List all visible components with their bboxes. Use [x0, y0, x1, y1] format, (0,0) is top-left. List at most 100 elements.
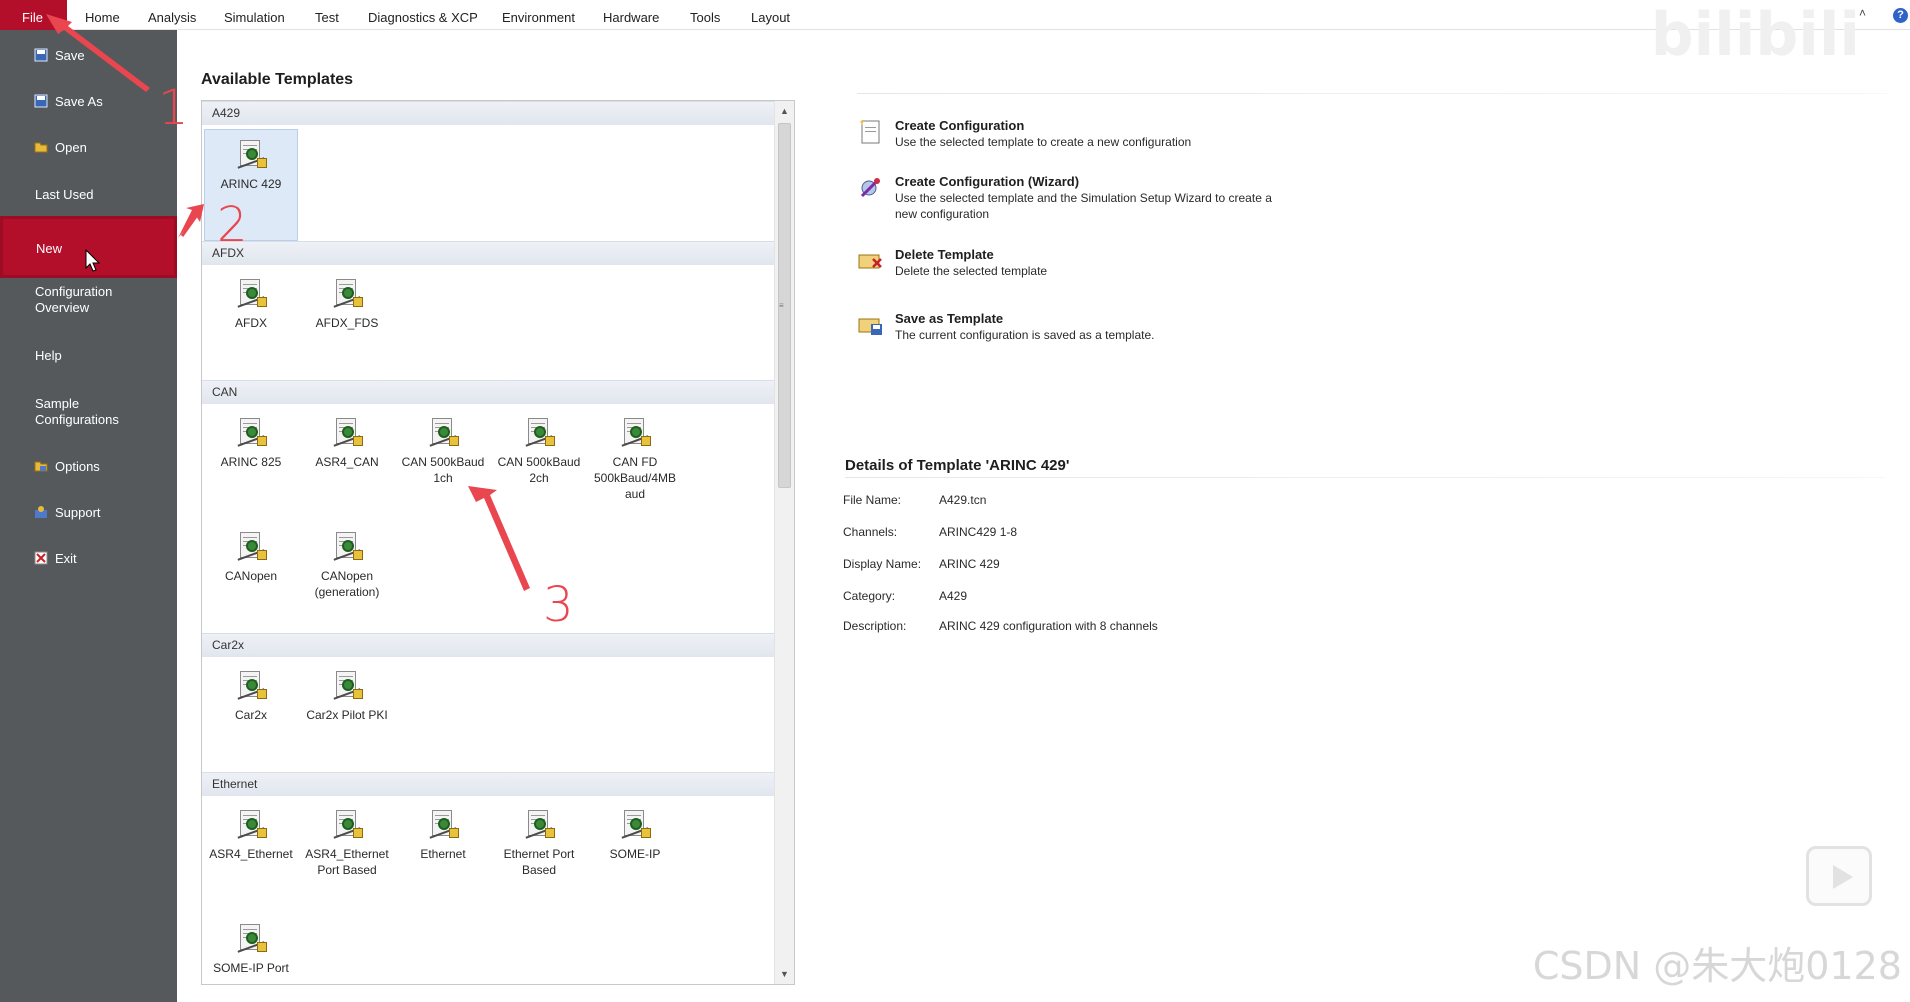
save-icon: [34, 48, 48, 62]
template-icon: [235, 922, 267, 954]
template-item-asr4-ethernet[interactable]: ASR4_Ethernet: [204, 800, 298, 862]
create-configuration-action[interactable]: Create Configuration Use the selected te…: [857, 118, 1357, 154]
scroll-up-icon[interactable]: ▲: [775, 101, 794, 121]
template-item-ethernet[interactable]: Ethernet: [396, 800, 490, 862]
annotation-number-3: 3: [543, 577, 574, 633]
save-template-icon: [858, 318, 882, 335]
template-item-afdx[interactable]: AFDX: [204, 269, 298, 331]
delete-template-action[interactable]: Delete Template Delete the selected temp…: [857, 247, 1357, 283]
template-item-afdx-fds[interactable]: AFDX_FDS: [300, 269, 394, 331]
template-icon: [523, 808, 555, 840]
template-item-asr4-can[interactable]: ASR4_CAN: [300, 408, 394, 470]
create-configuration-wizard-action[interactable]: Create Configuration (Wizard) Use the se…: [857, 174, 1357, 226]
template-icon: [235, 416, 267, 448]
template-list-scrollbar[interactable]: ▲ ≡ ▼: [774, 101, 794, 984]
action-description: Use the selected template and the Simula…: [895, 191, 1272, 221]
template-icon: [331, 530, 363, 562]
template-icon: [427, 808, 459, 840]
template-icon: [523, 416, 555, 448]
backstage-sidebar: Save Save As Open Last Used New Configur…: [0, 30, 177, 1002]
template-item-can-500kbaud-1ch[interactable]: CAN 500kBaud 1ch: [396, 408, 490, 486]
action-description: The current configuration is saved as a …: [895, 328, 1155, 342]
template-details-title: Details of Template 'ARINC 429': [845, 457, 1070, 474]
sidebar-item-label: Save As: [55, 94, 103, 109]
available-templates-title: Available Templates: [201, 71, 354, 88]
detail-value: ARINC 429 configuration with 8 channels: [939, 619, 1158, 633]
sidebar-item-label: Last Used: [35, 187, 94, 202]
template-item-ethernet-port-based[interactable]: Ethernet Port Based: [492, 800, 586, 878]
save-as-template-action[interactable]: Save as Template The current configurati…: [857, 311, 1357, 347]
menu-analysis[interactable]: Analysis: [148, 0, 196, 30]
annotation-number-2: 2: [217, 197, 248, 253]
template-label: ASR4_Ethernet Port Based: [305, 847, 389, 877]
template-group-a429: A429 ARINC 429: [202, 101, 774, 241]
detail-label: File Name:: [843, 493, 902, 507]
collapse-ribbon-icon[interactable]: ˄: [1859, 6, 1866, 20]
details-divider: [845, 477, 1885, 478]
template-item-canopen-generation[interactable]: CANopen (generation): [300, 522, 394, 600]
detail-label: Channels:: [843, 525, 898, 539]
template-group-ethernet: Ethernet ASR4_Ethernet ASR4_Ethernet Por…: [202, 772, 774, 975]
sidebar-item-label: Sample: [35, 396, 80, 411]
template-label: ASR4_CAN: [315, 455, 379, 469]
sidebar-item-new[interactable]: New: [0, 216, 177, 278]
menu-tools[interactable]: Tools: [690, 0, 720, 30]
help-icon[interactable]: ?: [1893, 8, 1908, 23]
group-header: CAN: [202, 380, 774, 404]
template-label: Car2x Pilot PKI: [306, 708, 388, 722]
sidebar-item-label: Support: [55, 505, 101, 520]
delete-template-icon: [858, 254, 882, 269]
menu-bar: File Home Analysis Simulation Test Diagn…: [0, 0, 1910, 30]
menu-simulation[interactable]: Simulation: [224, 0, 285, 30]
template-label: CANopen (generation): [314, 569, 380, 599]
template-icon: [235, 277, 267, 309]
sidebar-item-label: Save: [55, 48, 85, 63]
template-item-some-ip[interactable]: SOME-IP: [588, 800, 682, 862]
video-play-icon[interactable]: [1806, 846, 1872, 906]
template-item-asr4-ethernet-port-based[interactable]: ASR4_Ethernet Port Based: [300, 800, 394, 878]
menu-home[interactable]: Home: [85, 0, 120, 30]
template-item-canopen[interactable]: CANopen: [204, 522, 298, 584]
template-group-afdx: AFDX AFDX AFDX_FDS: [202, 241, 774, 330]
group-header: AFDX: [202, 241, 774, 265]
menu-hardware[interactable]: Hardware: [603, 0, 659, 30]
save-as-icon: [34, 94, 48, 108]
action-description: Use the selected template to create a ne…: [895, 135, 1192, 149]
template-list[interactable]: A429 ARINC 429 AFDX AFDX AFDX_FDS CAN AR…: [201, 100, 795, 985]
menu-environment[interactable]: Environment: [502, 0, 575, 30]
template-item-arinc-825[interactable]: ARINC 825: [204, 408, 298, 470]
support-icon: [34, 505, 48, 519]
action-description: Delete the selected template: [895, 264, 1048, 278]
detail-value: A429: [939, 589, 968, 603]
template-item-can-fd-500kbaud-4mbaud[interactable]: CAN FD 500kBaud/4MB aud: [588, 408, 682, 502]
template-group-can: CAN ARINC 825 ASR4_CAN CAN 500kBaud 1ch …: [202, 380, 774, 599]
action-title: Save as Template: [895, 311, 1004, 326]
template-icon: [331, 808, 363, 840]
template-label: SOME-IP Port: [213, 961, 289, 975]
template-icon: [619, 416, 651, 448]
detail-label: Display Name:: [843, 557, 922, 571]
template-item-can-500kbaud-2ch[interactable]: CAN 500kBaud 2ch: [492, 408, 586, 486]
detail-label: Category:: [843, 589, 896, 603]
action-title: Create Configuration: [895, 118, 1025, 133]
template-icon: [619, 808, 651, 840]
template-label: Car2x: [234, 708, 267, 722]
csdn-watermark: CSDN @朱大炮0128: [1532, 944, 1902, 988]
template-icon: [331, 416, 363, 448]
template-label: CAN FD 500kBaud/4MB aud: [593, 455, 677, 501]
template-item-some-ip-port[interactable]: SOME-IP Port: [204, 914, 298, 976]
template-label: AFDX: [234, 316, 267, 330]
template-item-car2x-pilot-pki[interactable]: Car2x Pilot PKI: [300, 661, 394, 723]
sidebar-item-label: Configuration: [35, 284, 113, 299]
menu-layout[interactable]: Layout: [751, 0, 790, 30]
new-config-icon: [860, 120, 880, 144]
menu-diagnostics-xcp[interactable]: Diagnostics & XCP: [368, 0, 478, 30]
folder-icon: [34, 140, 48, 154]
wizard-icon: [860, 178, 880, 198]
menu-file[interactable]: File: [0, 0, 67, 30]
sidebar-item-label: Help: [35, 348, 62, 363]
template-icon: [235, 808, 267, 840]
menu-test[interactable]: Test: [315, 0, 339, 30]
template-item-car2x[interactable]: Car2x: [204, 661, 298, 723]
scroll-down-icon[interactable]: ▼: [775, 964, 794, 984]
